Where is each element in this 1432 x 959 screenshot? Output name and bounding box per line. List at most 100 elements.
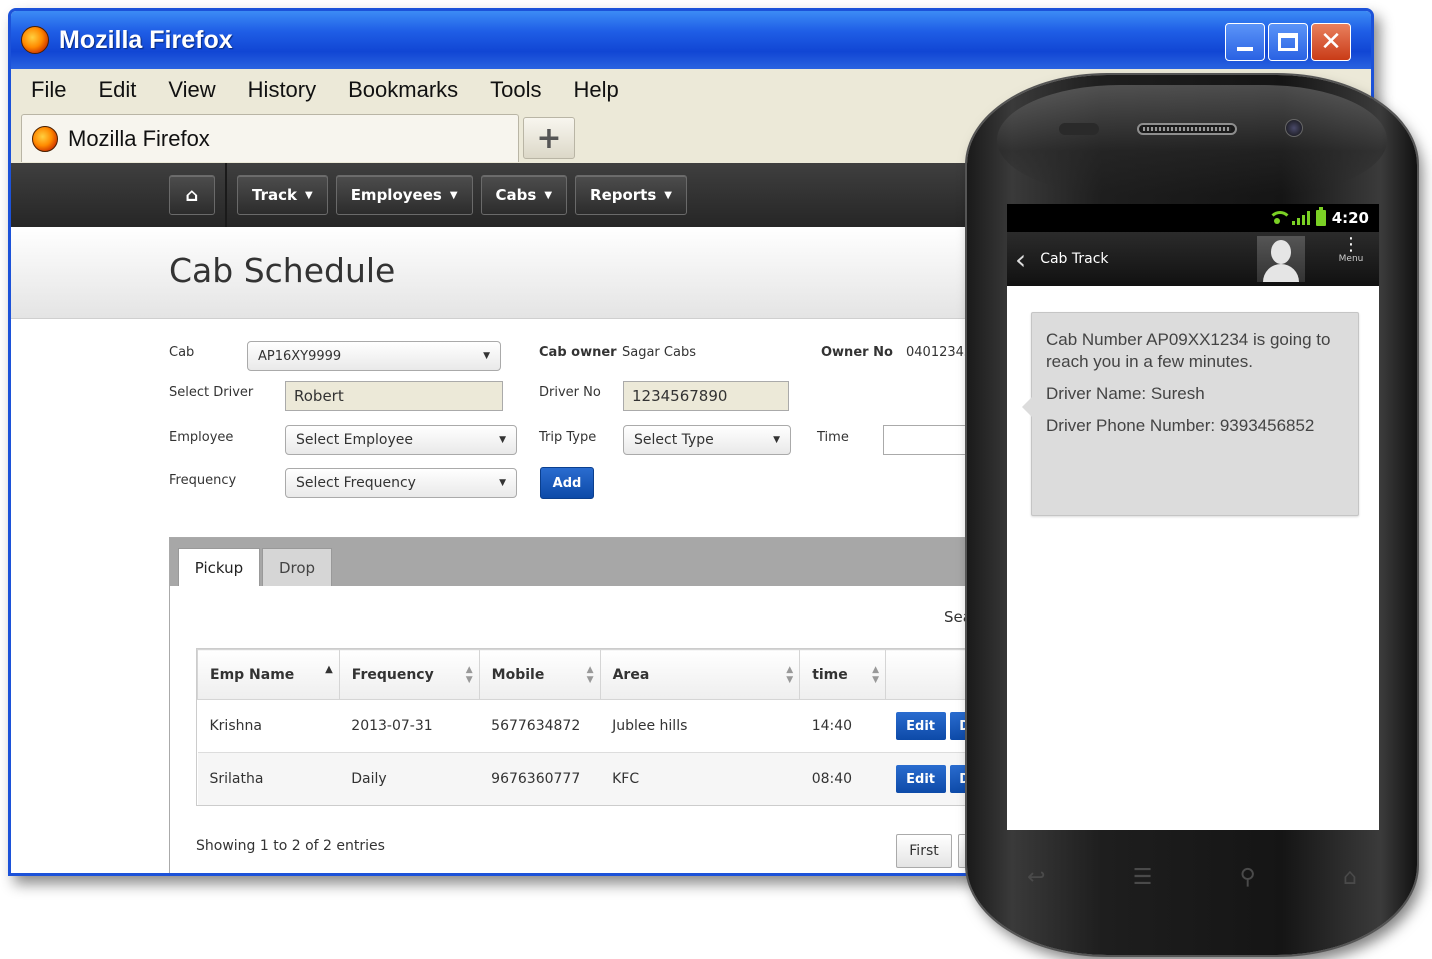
title-bar: Mozilla Firefox ✕ [11,11,1371,69]
cab-owner-label: Cab owner [539,345,617,360]
tab-drop[interactable]: Drop [262,548,332,586]
menu-tools[interactable]: Tools [490,77,541,103]
new-tab-button[interactable]: + [523,117,575,159]
frequency-select-value: Select Frequency [296,475,416,491]
driver-no-field[interactable]: 1234567890 [623,381,789,411]
frequency-select[interactable]: Select Frequency ▼ [285,468,517,498]
home-key-icon[interactable]: ⌂ [1343,865,1357,890]
chevron-down-icon: ▼ [773,435,780,445]
phone-app-title: Cab Track [1040,251,1109,267]
schedule-tabs-panel: Pickup Drop Sea Emp Name ▲ Frequency ▲ ▼ Mo… [169,537,998,873]
phone-screen: 4:20 ‹ Cab Track ⋮ Menu Cab Number AP09X… [1007,204,1379,830]
owner-no-value: 0401234567 [906,345,970,360]
menu-history[interactable]: History [248,77,316,103]
overflow-menu-button[interactable]: ⋮ Menu [1331,236,1371,282]
menu-file[interactable]: File [31,77,66,103]
tab-favicon-icon [32,125,58,152]
avatar-body [1263,264,1299,282]
home-button[interactable]: ⌂ [169,175,215,215]
cell-emp-name: Srilatha [197,752,340,805]
menu-view[interactable]: View [168,77,215,103]
pager-first-button[interactable]: First [896,834,952,868]
signal-icon [1291,211,1310,225]
chevron-down-icon: ▼ [499,435,506,445]
wifi-icon [1267,211,1292,225]
cell-time: 14:40 [799,699,886,753]
phone-status-bar: 4:20 [1007,204,1379,232]
employee-select-value: Select Employee [296,432,413,448]
cell-time: 08:40 [799,752,886,805]
col-time[interactable]: time ▲ ▼ [799,649,887,700]
search-key-icon[interactable]: ⚲ [1240,865,1256,890]
col-area[interactable]: Area ▲ ▼ [599,649,801,700]
nav-cabs-label: Cabs [495,186,537,204]
menu-key-icon[interactable]: ☰ [1133,865,1153,890]
col-frequency[interactable]: Frequency ▲ ▼ [338,649,480,700]
cell-frequency: Daily [339,752,480,805]
contact-avatar[interactable] [1257,236,1305,282]
trip-type-label: Trip Type [539,430,597,445]
close-icon: ✕ [1320,27,1342,57]
trip-type-select-value: Select Type [634,432,714,448]
proximity-sensor [1059,123,1099,135]
tabs-header: Pickup Drop [170,538,988,586]
browser-tab[interactable]: Mozilla Firefox [21,114,519,162]
menu-help[interactable]: Help [574,77,619,103]
message-bubble[interactable]: Cab Number AP09XX1234 is going to reach … [1022,312,1359,516]
cell-emp-name: Krishna [197,699,340,753]
battery-icon [1315,207,1326,226]
col-frequency-label: Frequency [351,666,434,683]
back-icon[interactable]: ‹ [1015,243,1026,276]
add-button[interactable]: Add [540,467,594,499]
col-mobile[interactable]: Mobile ▲ ▼ [478,649,601,700]
cab-label: Cab [169,345,195,360]
chevron-down-icon: ▼ [499,478,506,488]
minimize-button[interactable] [1225,23,1265,61]
owner-no-label: Owner No [821,345,893,360]
cell-mobile: 5677634872 [479,699,601,753]
minimize-icon [1237,47,1253,51]
col-emp-name-label: Emp Name [210,666,295,683]
sort-icon: ▲ ▼ [872,665,880,685]
firefox-logo-icon [21,26,49,54]
cab-select-value: AP16XY9999 [258,348,342,364]
cell-area: Jublee hills [600,699,800,753]
back-key-icon[interactable]: ↩ [1027,865,1045,890]
sort-icon: ▲ ▼ [465,665,473,685]
chevron-down-icon: ▼ [304,189,313,201]
nav-cabs[interactable]: Cabs ▼ [480,175,568,215]
close-button[interactable]: ✕ [1311,23,1351,61]
menu-edit[interactable]: Edit [98,77,136,103]
edit-button[interactable]: Edit [895,765,946,794]
nav-reports[interactable]: Reports ▼ [575,175,687,215]
nav-separator [225,163,227,227]
nav-employees[interactable]: Employees ▼ [335,175,473,215]
message-line-driver-phone: Driver Phone Number: 9393456852 [1046,416,1315,435]
driver-no-label: Driver No [539,385,601,400]
tab-pickup[interactable]: Pickup [178,548,260,586]
cell-frequency: 2013-07-31 [339,699,480,753]
driver-field[interactable]: Robert [285,381,503,411]
col-area-label: Area [612,666,650,683]
chevron-down-icon: ▼ [483,351,490,361]
time-label: Time [817,430,849,445]
cab-select[interactable]: AP16XY9999 ▼ [247,341,501,371]
status-time: 4:20 [1331,209,1369,227]
nav-reports-label: Reports [590,186,657,204]
col-mobile-label: Mobile [491,666,545,683]
sort-icon: ▲ ▼ [786,665,794,685]
browser-tab-label: Mozilla Firefox [68,125,210,151]
more-vert-icon: ⋮ [1342,234,1360,255]
nav-employees-label: Employees [350,186,442,204]
col-time-label: time [812,666,848,683]
edit-button[interactable]: Edit [895,712,946,740]
nav-track[interactable]: Track ▼ [237,175,328,215]
trip-type-select[interactable]: Select Type ▼ [623,425,791,455]
cell-area: KFC [600,752,800,805]
employee-select[interactable]: Select Employee ▼ [285,425,517,455]
col-emp-name[interactable]: Emp Name ▲ [197,649,340,700]
window-controls: ✕ [1225,23,1351,61]
chevron-down-icon: ▼ [664,189,672,201]
maximize-button[interactable] [1268,23,1308,61]
menu-bookmarks[interactable]: Bookmarks [348,77,458,103]
